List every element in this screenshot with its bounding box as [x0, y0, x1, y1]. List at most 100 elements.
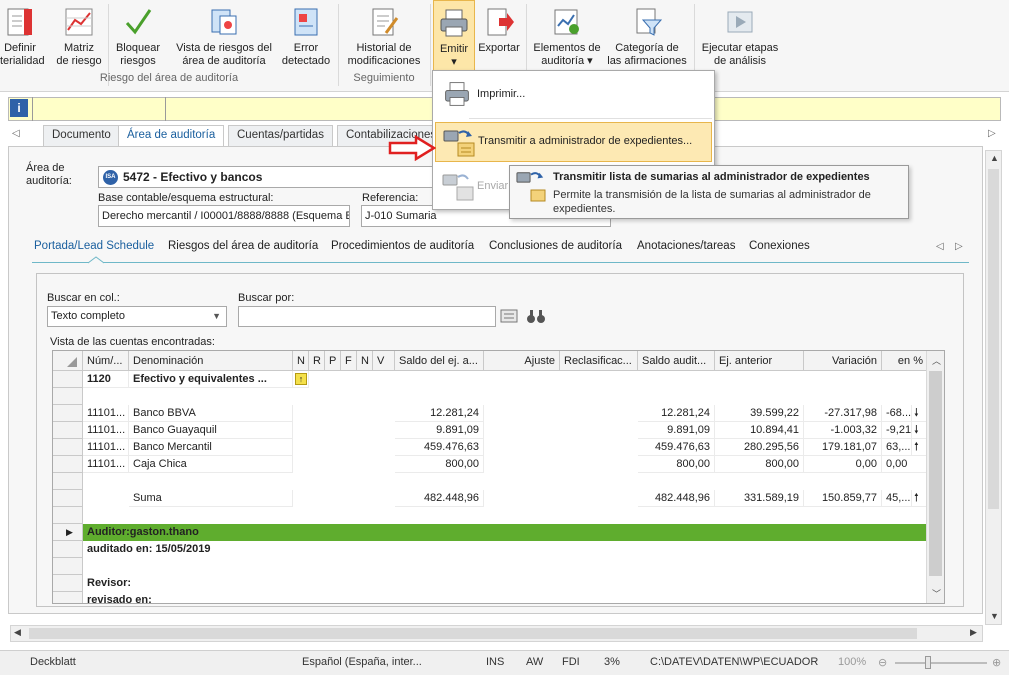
run-analysis-button[interactable]: Ejecutar etapas de análisis	[698, 0, 782, 72]
column-header[interactable]: Reclasificac...	[560, 351, 638, 371]
print-menu-item[interactable]: Imprimir...	[435, 75, 712, 115]
arrow-up-icon[interactable]: ▲	[990, 153, 999, 163]
emit-button[interactable]: Emitir ▾	[433, 0, 475, 72]
arrow-down-icon[interactable]: ▼	[990, 611, 999, 621]
search-column-select[interactable]: Texto completo ▼	[47, 306, 227, 327]
status-aw: AW	[526, 656, 544, 668]
subtab-scroll-left-icon[interactable]: ◁	[936, 241, 944, 252]
transmit-menu-item[interactable]: Transmitir a administrador de expediente…	[435, 122, 712, 162]
column-header[interactable]: Variación	[804, 351, 882, 371]
row-selector[interactable]	[53, 422, 83, 439]
history-icon	[372, 8, 399, 36]
search-input[interactable]	[238, 306, 496, 327]
binoculars-icon[interactable]	[526, 307, 546, 325]
base-field[interactable]: Derecho mercantil / I00001/8888/8888 (Es…	[98, 205, 350, 227]
change-history-button[interactable]: Historial de modificaciones	[342, 0, 426, 72]
export-button[interactable]: Exportar	[476, 0, 522, 72]
row-selector[interactable]	[53, 456, 83, 473]
info-icon[interactable]: i	[10, 99, 28, 117]
row-selector[interactable]	[53, 371, 83, 388]
table-row[interactable]	[53, 473, 928, 490]
main-vertical-scrollbar[interactable]: ▲ ▼	[985, 150, 1002, 625]
table-row[interactable]: 11101... Banco Mercantil 459.476,63 459.…	[53, 439, 928, 456]
risk-view-label: Vista de riesgos del	[176, 42, 272, 54]
subtab-conclusions[interactable]: Conclusiones de auditoría	[489, 240, 622, 252]
column-header[interactable]: Saldo del ej. a...	[395, 351, 484, 371]
subtab-notes[interactable]: Anotaciones/tareas	[637, 240, 735, 252]
row-selector[interactable]	[53, 473, 83, 490]
column-header[interactable]: Ajuste	[484, 351, 560, 371]
arrow-right-icon[interactable]: ▶	[970, 627, 977, 638]
table-row[interactable]: 11101... Banco Guayaquil 9.891,09 9.891,…	[53, 422, 928, 439]
column-header[interactable]: Ej. anterior	[715, 351, 804, 371]
zoom-slider-thumb[interactable]	[925, 656, 931, 669]
main-horizontal-scrollbar[interactable]: ◀ ▶	[10, 625, 983, 642]
subtab-cover[interactable]: Portada/Lead Schedule	[34, 240, 154, 252]
column-header[interactable]: Denominación	[129, 351, 293, 371]
subtab-procedures[interactable]: Procedimientos de auditoría	[331, 240, 474, 252]
area-field[interactable]: ISA 5472 - Efectivo y bancos	[98, 166, 448, 188]
row-selector[interactable]	[53, 507, 83, 524]
table-row[interactable]: ▶ Auditor:gaston.thano	[53, 524, 928, 541]
row-selector[interactable]	[53, 388, 83, 405]
variation-cell: 150.859,77	[804, 490, 882, 507]
table-row[interactable]: 11101... Banco BBVA 12.281,24 12.281,24 …	[53, 405, 928, 422]
tab-scroll-right-icon[interactable]: ▷	[988, 128, 996, 139]
column-header[interactable]: P	[325, 351, 341, 371]
column-header[interactable]: R	[309, 351, 325, 371]
tab-accounts[interactable]: Cuentas/partidas	[228, 125, 333, 146]
column-header[interactable]: V	[373, 351, 395, 371]
note-icon[interactable]: ↑	[295, 373, 307, 385]
arrow-left-icon[interactable]: ◀	[14, 627, 21, 638]
chevron-up-icon[interactable]: ︿	[932, 354, 941, 367]
risk-view-button[interactable]: Vista de riesgos del área de auditoría	[171, 0, 277, 72]
subtab-risks[interactable]: Riesgos del área de auditoría	[168, 240, 318, 252]
keyboard-icon[interactable]	[500, 307, 518, 325]
column-header[interactable]: en %	[882, 351, 928, 371]
row-selector[interactable]	[53, 405, 83, 422]
error-detected-button[interactable]: Error detectado	[278, 0, 334, 72]
define-materiality-button[interactable]: Definir terialidad	[0, 0, 45, 72]
table-row[interactable]: Revisor:	[53, 575, 928, 592]
table-row[interactable]: auditado en: 15/05/2019	[53, 541, 928, 558]
chevron-down-icon[interactable]: ﹀	[932, 587, 941, 600]
table-row[interactable]: 1120 Efectivo y equivalentes ... ↑	[53, 371, 928, 388]
subtab-scroll-right-icon[interactable]: ▷	[955, 241, 963, 252]
scroll-thumb[interactable]	[988, 169, 999, 509]
table-row[interactable]	[53, 507, 928, 524]
table-row[interactable]: revisado en:	[53, 592, 928, 603]
table-row[interactable]	[53, 388, 928, 405]
row-selector[interactable]: ▶	[53, 524, 83, 541]
row-selector[interactable]	[53, 439, 83, 456]
column-header[interactable]: Saldo audit...	[638, 351, 715, 371]
column-header[interactable]: F	[341, 351, 357, 371]
change-history-label: Historial de	[356, 42, 412, 54]
table-row[interactable]	[53, 558, 928, 575]
lock-risks-button[interactable]: Bloquear riesgos	[112, 0, 164, 72]
scroll-thumb[interactable]	[929, 371, 942, 576]
column-header[interactable]: N	[293, 351, 309, 371]
row-selector[interactable]	[53, 541, 83, 558]
tab-audit-area[interactable]: Área de auditoría	[118, 125, 225, 148]
table-row[interactable]: 11101... Caja Chica 800,00 800,00 800,00…	[53, 456, 928, 473]
audit-elements-button[interactable]: Elementos de auditoría ▾	[530, 0, 604, 72]
grid-scrollbar[interactable]: ︿ ﹀	[926, 351, 944, 603]
column-header[interactable]: N	[357, 351, 373, 371]
zoom-slider[interactable]	[895, 662, 987, 664]
row-selector[interactable]	[53, 558, 83, 575]
zoom-out-icon[interactable]: ⊖	[878, 656, 887, 669]
audit-elements-label-2: auditoría ▾	[541, 55, 593, 67]
column-header[interactable]: Núm/...	[83, 351, 129, 371]
scroll-thumb[interactable]	[29, 628, 917, 639]
row-selector[interactable]	[53, 575, 83, 592]
assertion-category-button[interactable]: Categoría de las afirmaciones	[604, 0, 690, 72]
row-selector[interactable]	[53, 592, 83, 603]
zoom-in-icon[interactable]: ⊕	[992, 656, 1001, 669]
tab-document[interactable]: Documento	[43, 125, 120, 146]
risk-matrix-button[interactable]: Matriz de riesgo	[55, 0, 103, 72]
table-row[interactable]: Suma 482.448,96 482.448,96 331.589,19 15…	[53, 490, 928, 507]
lock-risks-label-2: riesgos	[120, 55, 156, 67]
tab-scroll-left-icon[interactable]: ◁	[12, 128, 20, 139]
row-selector[interactable]	[53, 490, 83, 507]
subtab-connections[interactable]: Conexiones	[749, 240, 810, 252]
